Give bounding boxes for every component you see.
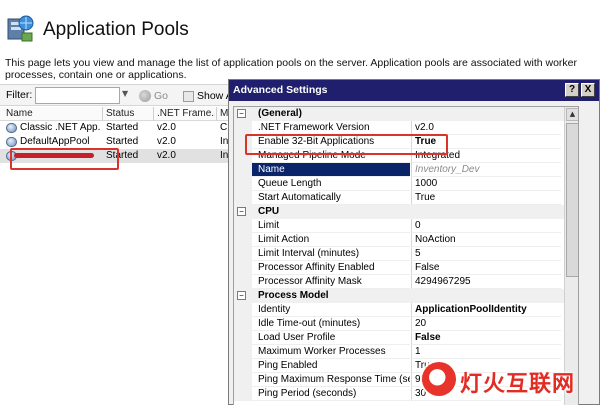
property-name: Limit Interval (minutes) bbox=[252, 247, 410, 261]
filter-input[interactable] bbox=[35, 87, 120, 104]
pool-framework: v2.0 bbox=[157, 122, 176, 133]
pool-framework: v2.0 bbox=[157, 150, 176, 161]
property-value[interactable]: False bbox=[411, 261, 561, 275]
property-row[interactable]: .NET Framework Version v2.0 bbox=[234, 121, 578, 135]
property-name: Ping Enabled bbox=[252, 359, 410, 373]
go-button[interactable]: Go bbox=[139, 88, 168, 104]
column-header-status[interactable]: Status bbox=[106, 108, 154, 119]
page-title: Application Pools bbox=[43, 19, 189, 40]
property-value[interactable]: True bbox=[411, 191, 561, 205]
property-row[interactable]: Identity ApplicationPoolIdentity bbox=[234, 303, 578, 317]
property-name: Start Automatically bbox=[252, 191, 410, 205]
property-name: Name bbox=[252, 163, 410, 177]
advanced-settings-dialog: Advanced Settings ? X − (General) .NET F… bbox=[228, 79, 600, 405]
property-name: Idle Time-out (minutes) bbox=[252, 317, 410, 331]
category-general[interactable]: − (General) bbox=[234, 107, 578, 121]
property-value[interactable]: NoAction bbox=[411, 233, 561, 247]
property-name: Processor Affinity Mask bbox=[252, 275, 410, 289]
property-row[interactable]: Idle Time-out (minutes) 20 bbox=[234, 317, 578, 331]
watermark-text: 灯火互联网 bbox=[460, 372, 576, 397]
property-value[interactable]: 5 bbox=[411, 247, 561, 261]
property-value[interactable]: v2.0 bbox=[411, 121, 561, 135]
property-value[interactable]: Inventory_Dev bbox=[411, 163, 561, 177]
filter-dropdown-arrow-icon[interactable]: ▼ bbox=[122, 89, 130, 101]
app-pool-icon bbox=[6, 137, 17, 147]
property-value[interactable]: 20 bbox=[411, 317, 561, 331]
go-icon bbox=[139, 90, 151, 102]
scroll-thumb[interactable] bbox=[566, 123, 578, 277]
category-process-model[interactable]: − Process Model bbox=[234, 289, 578, 303]
property-row[interactable]: Processor Affinity Enabled False bbox=[234, 261, 578, 275]
table-header: Name Status .NET Frame... M bbox=[0, 107, 240, 121]
property-row[interactable]: Limit Action NoAction bbox=[234, 233, 578, 247]
property-name: Load User Profile bbox=[252, 331, 410, 345]
show-all-icon bbox=[183, 90, 194, 102]
filter-label: Filter: bbox=[6, 89, 33, 101]
property-row-selected[interactable]: Name Inventory_Dev bbox=[234, 163, 578, 177]
property-value[interactable]: 4294967295 bbox=[411, 275, 561, 289]
pool-status: Started bbox=[106, 122, 139, 133]
dialog-title-bar[interactable]: Advanced Settings ? X bbox=[229, 80, 599, 101]
property-row[interactable]: Queue Length 1000 bbox=[234, 177, 578, 191]
property-value[interactable]: 1000 bbox=[411, 177, 561, 191]
property-row[interactable]: Limit 0 bbox=[234, 219, 578, 233]
property-row[interactable]: Start Automatically True bbox=[234, 191, 578, 205]
collapse-icon[interactable]: − bbox=[237, 207, 246, 216]
category-label: (General) bbox=[258, 108, 302, 119]
highlight-box-pool bbox=[10, 148, 119, 170]
property-value[interactable]: 1 bbox=[411, 345, 561, 359]
application-pools-icon bbox=[7, 15, 34, 42]
watermark: 灯火互联网 bbox=[418, 360, 600, 405]
property-name: Maximum Worker Processes bbox=[252, 345, 410, 359]
property-value[interactable]: ApplicationPoolIdentity bbox=[411, 303, 561, 317]
property-row[interactable]: Maximum Worker Processes 1 bbox=[234, 345, 578, 359]
highlight-box-32bit bbox=[245, 134, 448, 155]
collapse-icon[interactable]: − bbox=[237, 291, 246, 300]
category-label: CPU bbox=[258, 206, 280, 217]
property-value[interactable]: False bbox=[411, 331, 561, 345]
scroll-up-icon[interactable]: ▲ bbox=[566, 108, 578, 121]
help-button[interactable]: ? bbox=[565, 83, 579, 97]
collapse-icon[interactable]: − bbox=[237, 109, 246, 118]
close-button[interactable]: X bbox=[581, 83, 595, 97]
property-name: Ping Period (seconds) bbox=[252, 387, 410, 401]
watermark-logo-icon bbox=[422, 362, 456, 396]
property-name: Queue Length bbox=[252, 177, 410, 191]
category-label: Process Model bbox=[258, 290, 329, 301]
property-row[interactable]: Load User Profile False bbox=[234, 331, 578, 345]
property-row[interactable]: Processor Affinity Mask 4294967295 bbox=[234, 275, 578, 289]
property-row[interactable]: Limit Interval (minutes) 5 bbox=[234, 247, 578, 261]
column-header-framework[interactable]: .NET Frame... bbox=[157, 108, 215, 119]
go-label: Go bbox=[154, 90, 169, 102]
app-pool-icon bbox=[6, 123, 17, 133]
page-description: This page lets you view and manage the l… bbox=[5, 57, 577, 81]
table-row[interactable]: Classic .NET App... Started v2.0 C bbox=[0, 121, 240, 135]
property-name: .NET Framework Version bbox=[252, 121, 410, 135]
category-cpu[interactable]: − CPU bbox=[234, 205, 578, 219]
dialog-title: Advanced Settings bbox=[233, 84, 328, 96]
pool-status: Started bbox=[106, 136, 139, 147]
pool-framework: v2.0 bbox=[157, 136, 176, 147]
table-row[interactable]: DefaultAppPool Started v2.0 In bbox=[0, 135, 240, 149]
pool-name: Classic .NET App... bbox=[20, 122, 100, 133]
property-name: Processor Affinity Enabled bbox=[252, 261, 410, 275]
pool-name: DefaultAppPool bbox=[20, 136, 90, 147]
property-name: Limit Action bbox=[252, 233, 410, 247]
column-header-name[interactable]: Name bbox=[6, 108, 101, 119]
property-value[interactable]: 0 bbox=[411, 219, 561, 233]
property-name: Ping Maximum Response Time (seconds) bbox=[252, 373, 410, 387]
property-name: Limit bbox=[252, 219, 410, 233]
property-name: Identity bbox=[252, 303, 410, 317]
